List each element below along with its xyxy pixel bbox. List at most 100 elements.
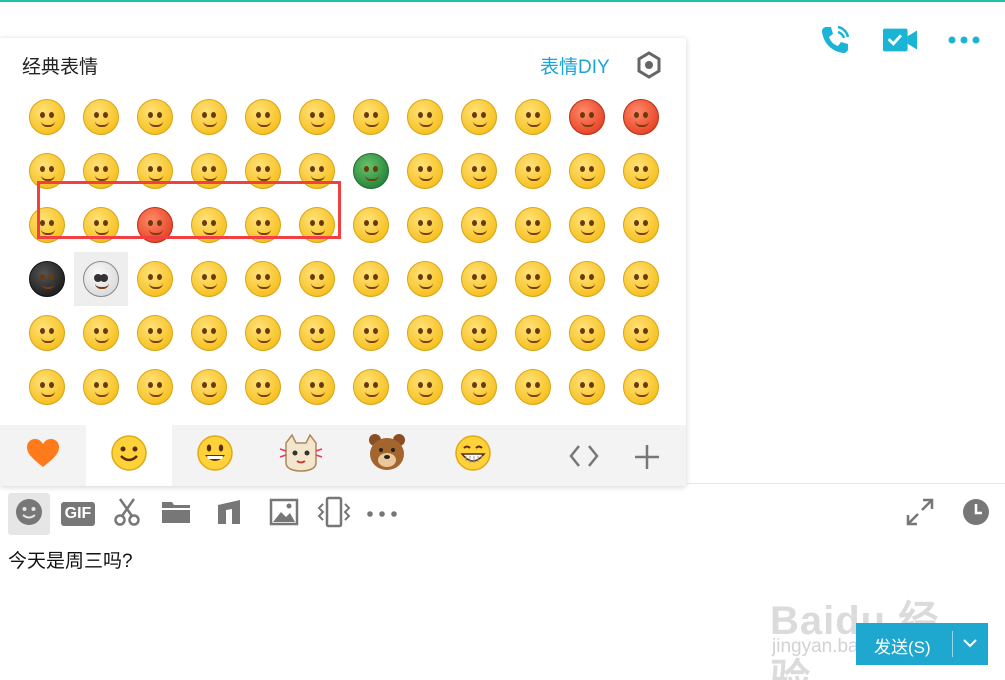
emoji-item[interactable] [506,198,560,252]
emoji-item[interactable] [452,90,506,144]
gear-icon[interactable] [634,50,664,80]
emoji-item[interactable] [74,144,128,198]
image-button[interactable] [263,493,305,535]
expand-button[interactable] [899,493,941,535]
emoji-item[interactable] [182,306,236,360]
emoji-item[interactable] [398,360,452,414]
emoji-item[interactable] [614,252,668,306]
emoji-item[interactable] [398,306,452,360]
emoji-item[interactable] [182,198,236,252]
emoji-item[interactable] [236,360,290,414]
emoji-item[interactable] [398,144,452,198]
favorites-tab[interactable] [0,425,86,486]
shake-button[interactable] [313,493,355,535]
emoji-item[interactable] [20,198,74,252]
emoji-item[interactable] [344,144,398,198]
emoji-item[interactable] [614,360,668,414]
emoji-item[interactable] [20,144,74,198]
emoji-item[interactable] [452,360,506,414]
add-icon[interactable] [633,443,661,476]
emoji-item[interactable] [398,90,452,144]
emoji-item[interactable] [182,360,236,414]
video-call-icon[interactable] [882,22,918,58]
phone-icon[interactable] [817,22,853,58]
emoji-item[interactable] [344,360,398,414]
emoji-item[interactable] [344,90,398,144]
emoji-item[interactable] [290,90,344,144]
emoji-item[interactable] [182,144,236,198]
emoji-item[interactable] [506,144,560,198]
emoji-item[interactable] [74,198,128,252]
emoji-item[interactable] [128,252,182,306]
emoji-item[interactable] [74,252,128,306]
emoji-item[interactable] [344,198,398,252]
emoji-item[interactable] [290,144,344,198]
emoji-item[interactable] [344,306,398,360]
emoji-item[interactable] [128,306,182,360]
emoji-item[interactable] [128,360,182,414]
more-tools-button[interactable] [361,493,403,535]
emoji-item[interactable] [614,306,668,360]
music-button[interactable] [208,493,250,535]
emoji-item[interactable] [506,306,560,360]
emoji-item[interactable] [20,252,74,306]
file-button[interactable] [155,493,197,535]
send-button[interactable]: 发送(S) [856,623,988,665]
emoji-face-icon [299,315,335,351]
emoji-item[interactable] [290,306,344,360]
emoji-button[interactable] [8,493,50,535]
emoji-item[interactable] [614,198,668,252]
emoji-item[interactable] [236,144,290,198]
history-button[interactable] [955,493,997,535]
emoji-item[interactable] [560,360,614,414]
message-input[interactable]: 今天是周三吗? [8,546,133,573]
emoji-item[interactable] [182,252,236,306]
emoji-item[interactable] [398,252,452,306]
emoji-item[interactable] [236,90,290,144]
emoji-item[interactable] [452,306,506,360]
emoji-item[interactable] [560,252,614,306]
emoji-item[interactable] [344,252,398,306]
emoji-item[interactable] [452,198,506,252]
nav-arrows-icon[interactable] [568,443,600,474]
emoji-item[interactable] [506,360,560,414]
emoji-tab-grin[interactable] [430,425,516,486]
emoji-tab-2[interactable] [172,425,258,486]
emoji-item[interactable] [452,144,506,198]
emoji-item[interactable] [614,90,668,144]
emoji-item[interactable] [74,90,128,144]
emoji-item[interactable] [398,198,452,252]
emoji-item[interactable] [560,90,614,144]
emoji-item[interactable] [20,90,74,144]
emoji-face-icon [569,369,605,405]
emoji-item[interactable] [506,90,560,144]
emoji-item[interactable] [20,306,74,360]
emoji-item[interactable] [452,252,506,306]
emoji-item[interactable] [128,144,182,198]
emoji-diy-link[interactable]: 表情DIY [540,52,610,79]
emoji-item[interactable] [290,198,344,252]
sticker-tab-bear[interactable] [344,425,430,486]
emoji-item[interactable] [74,360,128,414]
emoji-item[interactable] [290,252,344,306]
emoji-item[interactable] [614,144,668,198]
emoji-item[interactable] [236,198,290,252]
emoji-item[interactable] [560,144,614,198]
gif-button[interactable]: GIF [57,493,99,535]
emoji-item[interactable] [236,252,290,306]
emoji-item[interactable] [506,252,560,306]
chevron-down-icon[interactable] [960,633,980,653]
classic-emoji-tab[interactable] [86,425,172,486]
more-icon[interactable] [946,22,982,58]
emoji-item[interactable] [236,306,290,360]
screenshot-button[interactable] [106,493,148,535]
emoji-item[interactable] [560,198,614,252]
emoji-item[interactable] [74,306,128,360]
emoji-item[interactable] [128,90,182,144]
emoji-item[interactable] [290,360,344,414]
emoji-item[interactable] [128,198,182,252]
sticker-tab-cat[interactable] [258,425,344,486]
emoji-item[interactable] [560,306,614,360]
emoji-item[interactable] [20,360,74,414]
emoji-item[interactable] [182,90,236,144]
